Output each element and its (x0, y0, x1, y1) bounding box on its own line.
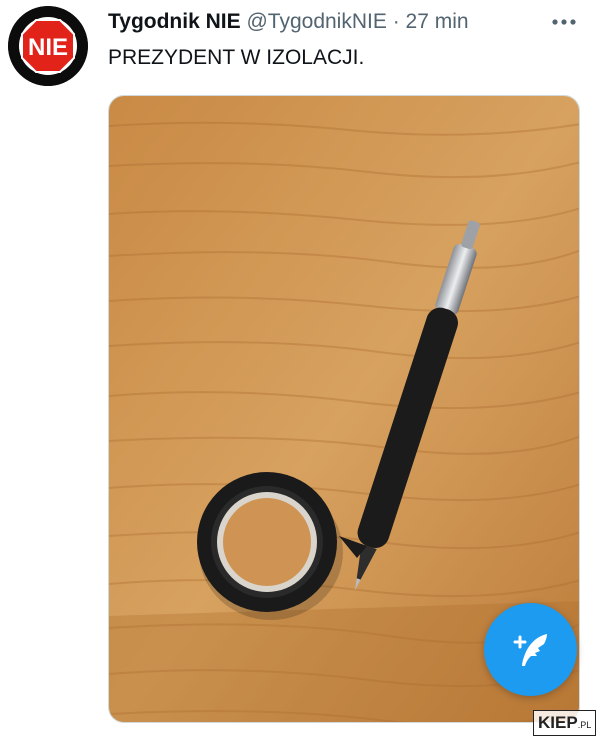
timestamp[interactable]: 27 min (406, 10, 469, 33)
tweet-text: PREZYDENT W IZOLACJI. (108, 46, 365, 69)
stop-sign-logo: NIE (8, 6, 88, 86)
compose-tweet-icon (513, 633, 547, 666)
kiep-watermark: KIEP.PL (533, 710, 597, 736)
avatar[interactable]: NIE (8, 6, 88, 86)
tweet[interactable]: NIE Tygodnik NIE @TygodnikNIE · 27 min P… (0, 0, 610, 742)
author-handle[interactable]: @TygodnikNIE (246, 10, 386, 33)
more-horizontal-icon (552, 19, 576, 25)
watermark-main: KIEP (538, 713, 578, 732)
more-options-button[interactable] (548, 8, 580, 36)
avatar-logo-text: NIE (28, 34, 68, 61)
author-name[interactable]: Tygodnik NIE (108, 10, 241, 33)
tweet-header: Tygodnik NIE @TygodnikNIE · 27 min (108, 8, 570, 36)
separator-dot: · (392, 10, 400, 33)
watermark-suffix: .PL (577, 720, 592, 730)
compose-tweet-button[interactable] (484, 603, 577, 696)
